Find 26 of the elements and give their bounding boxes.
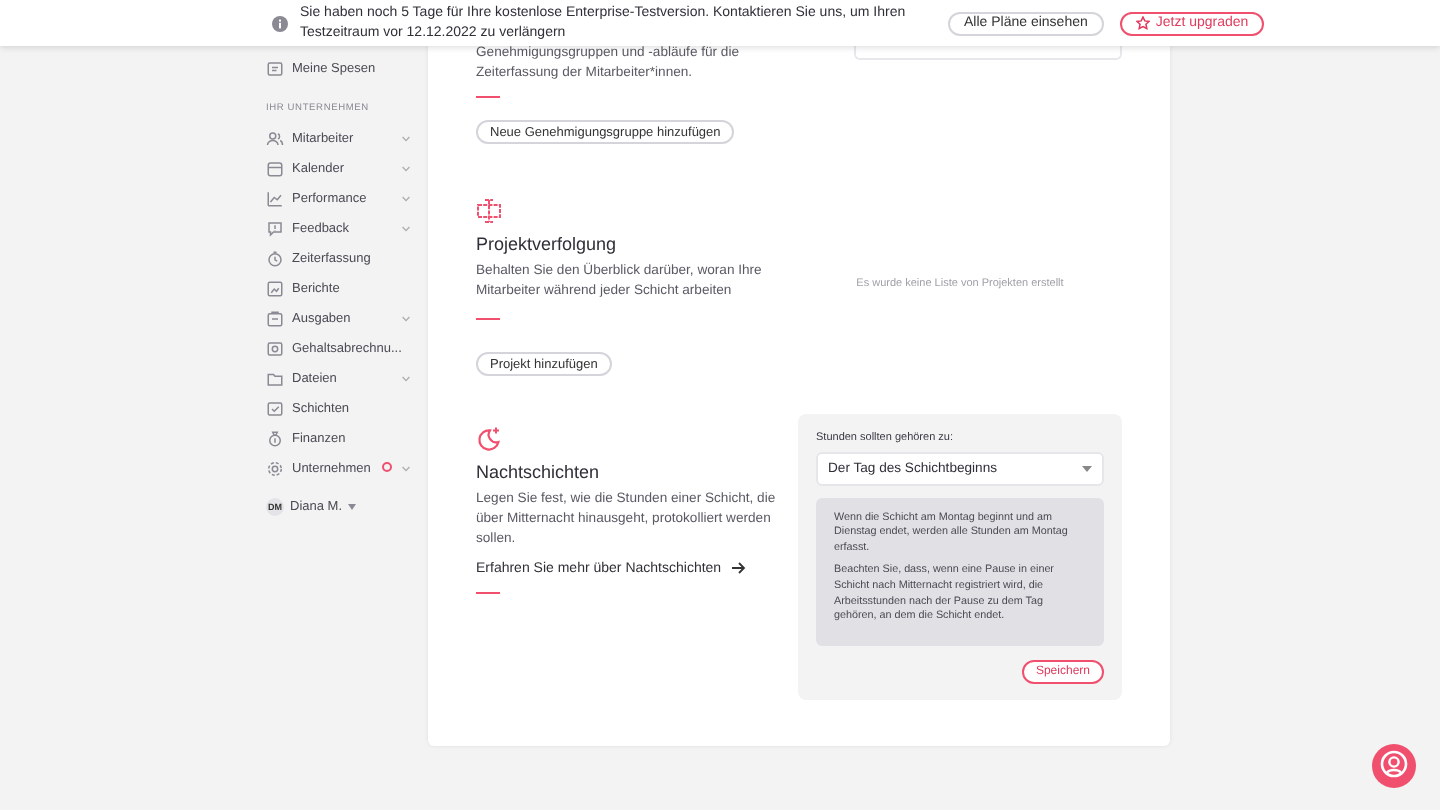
section-title: Projektverfolgung <box>476 233 619 254</box>
info-icon <box>272 15 288 31</box>
menu-item-icon <box>266 250 284 268</box>
arrow-right-icon <box>731 562 746 575</box>
section-title: Nachtschichten <box>476 461 602 482</box>
menu-item-icon <box>266 280 284 298</box>
star-icon <box>1135 16 1150 30</box>
menu-item-icon <box>266 400 284 418</box>
caret-icon <box>1082 465 1092 472</box>
accent-rule <box>476 591 500 594</box>
menu-item-icon <box>266 340 284 358</box>
accent-rule <box>476 317 500 321</box>
menu-item-icon <box>266 460 284 478</box>
menu-item-icon <box>266 160 284 178</box>
columns-icon <box>476 197 502 224</box>
menu-item-icon <box>266 190 284 208</box>
menu-item-icon <box>266 430 284 448</box>
menu-item-icon <box>266 370 284 388</box>
menu-item-icon <box>266 60 284 78</box>
menu-item-icon <box>266 310 284 328</box>
caret-icon <box>348 503 357 509</box>
menu-item-icon <box>266 220 284 238</box>
accent-rule <box>476 96 500 99</box>
menu-item-icon <box>266 130 284 148</box>
chat-button[interactable] <box>1372 744 1416 788</box>
moon-icon <box>476 425 502 452</box>
